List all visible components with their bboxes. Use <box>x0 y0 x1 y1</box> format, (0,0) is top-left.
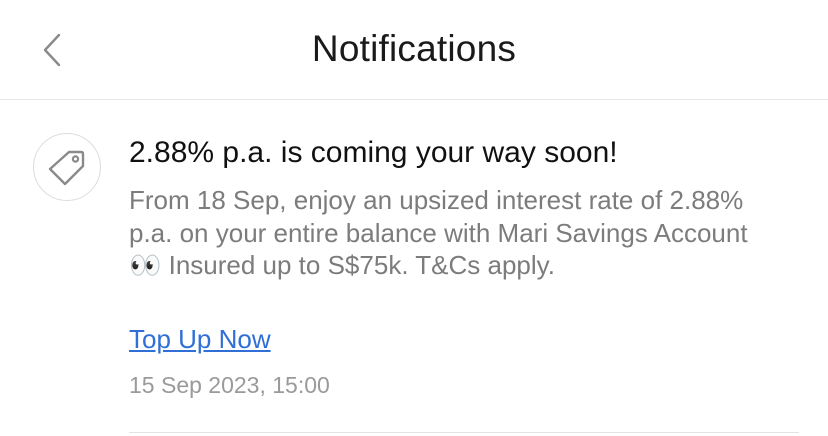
notification-item[interactable]: 2.88% p.a. is coming your way soon! From… <box>0 100 828 436</box>
notification-title: 2.88% p.a. is coming your way soon! <box>129 136 618 169</box>
page-title: Notifications <box>311 28 517 69</box>
top-bar: Notifications <box>0 0 828 100</box>
top-up-now-link[interactable]: Top Up Now <box>129 324 271 355</box>
divider <box>129 432 799 433</box>
notification-body: From 18 Sep, enjoy an upsized interest r… <box>129 185 748 280</box>
tag-icon <box>48 150 85 186</box>
notification-timestamp: 15 Sep 2023, 15:00 <box>129 372 330 398</box>
notification-icon-badge <box>33 133 101 201</box>
